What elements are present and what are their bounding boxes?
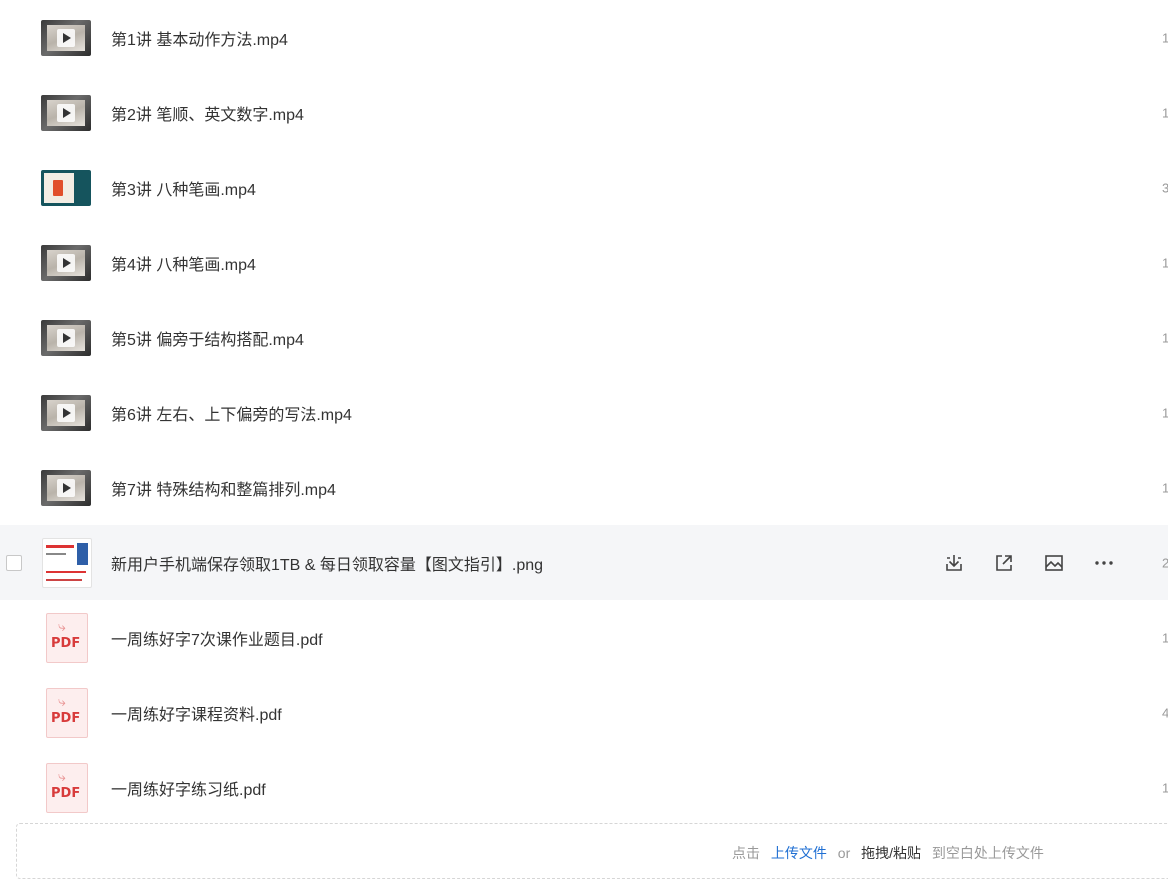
file-meta-truncated: 1 bbox=[1162, 780, 1168, 795]
share-icon[interactable] bbox=[993, 552, 1015, 574]
file-meta-truncated: 1 bbox=[1162, 255, 1168, 270]
file-name[interactable]: 第6讲 左右、上下偏旁的写法.mp4 bbox=[111, 401, 352, 425]
file-row[interactable]: ⤷ PDF 一周练好字练习纸.pdf 1 bbox=[0, 750, 1168, 825]
play-icon bbox=[57, 28, 75, 47]
file-row[interactable]: 第7讲 特殊结构和整篇排列.mp4 1 bbox=[0, 450, 1168, 525]
file-name[interactable]: 新用户手机端保存领取1TB & 每日领取容量【图文指引】.png bbox=[111, 551, 543, 575]
row-checkbox[interactable] bbox=[6, 554, 22, 571]
file-row[interactable]: 第1讲 基本动作方法.mp4 1 bbox=[0, 0, 1168, 75]
play-icon bbox=[57, 328, 75, 347]
file-name[interactable]: 一周练好字课程资料.pdf bbox=[111, 701, 282, 725]
video-thumbnail bbox=[41, 319, 91, 356]
drag-paste-label: 拖拽/粘贴 bbox=[861, 845, 922, 861]
video-thumbnail bbox=[41, 394, 91, 431]
file-meta-truncated: 1 bbox=[1162, 330, 1168, 345]
play-icon bbox=[57, 103, 75, 122]
file-list: 第1讲 基本动作方法.mp4 1 第2讲 笔顺、英文数字.mp4 1 第3讲 八… bbox=[0, 0, 1168, 825]
more-icon[interactable] bbox=[1093, 552, 1115, 574]
file-meta-truncated: 4 bbox=[1162, 705, 1168, 720]
play-icon bbox=[57, 478, 75, 497]
file-name[interactable]: 一周练好字练习纸.pdf bbox=[111, 776, 266, 800]
play-icon bbox=[57, 403, 75, 422]
file-name[interactable]: 第5讲 偏旁于结构搭配.mp4 bbox=[111, 326, 304, 350]
upload-drop-zone[interactable]: 点击 上传文件 or 拖拽/粘贴 到空白处上传文件 bbox=[16, 823, 1168, 879]
file-meta-truncated: 1 bbox=[1162, 105, 1168, 120]
pdf-file-icon: ⤷ PDF bbox=[46, 612, 88, 663]
file-row[interactable]: 第2讲 笔顺、英文数字.mp4 1 bbox=[0, 75, 1168, 150]
image-thumbnail bbox=[42, 537, 92, 588]
upload-suffix: 到空白处上传文件 bbox=[931, 845, 1044, 861]
pdf-file-icon: ⤷ PDF bbox=[46, 762, 88, 813]
download-icon[interactable] bbox=[943, 552, 965, 574]
video-thumbnail bbox=[41, 19, 91, 56]
file-meta-truncated: 1 bbox=[1162, 480, 1168, 495]
video-thumbnail bbox=[41, 469, 91, 506]
video-thumbnail bbox=[41, 169, 91, 206]
file-meta-truncated: 2 bbox=[1162, 555, 1168, 570]
file-row[interactable]: 第6讲 左右、上下偏旁的写法.mp4 1 bbox=[0, 375, 1168, 450]
upload-or: or bbox=[837, 845, 851, 861]
preview-image-icon[interactable] bbox=[1043, 552, 1065, 574]
video-thumbnail bbox=[41, 94, 91, 131]
file-name[interactable]: 第7讲 特殊结构和整篇排列.mp4 bbox=[111, 476, 336, 500]
upload-file-link[interactable]: 上传文件 bbox=[771, 845, 827, 861]
file-name[interactable]: 第4讲 八种笔画.mp4 bbox=[111, 251, 256, 275]
file-name[interactable]: 第2讲 笔顺、英文数字.mp4 bbox=[111, 101, 304, 125]
file-row-hovered[interactable]: 新用户手机端保存领取1TB & 每日领取容量【图文指引】.png 2 bbox=[0, 525, 1168, 600]
file-meta-truncated: 3 bbox=[1162, 180, 1168, 195]
file-name[interactable]: 第3讲 八种笔画.mp4 bbox=[111, 176, 256, 200]
file-meta-truncated: 1 bbox=[1162, 405, 1168, 420]
upload-hint: 点击 上传文件 or 拖拽/粘贴 到空白处上传文件 bbox=[732, 843, 1051, 863]
pdf-file-icon: ⤷ PDF bbox=[46, 687, 88, 738]
file-meta-truncated: 1 bbox=[1162, 630, 1168, 645]
video-thumbnail bbox=[41, 244, 91, 281]
file-row[interactable]: ⤷ PDF 一周练好字课程资料.pdf 4 bbox=[0, 675, 1168, 750]
file-name[interactable]: 第1讲 基本动作方法.mp4 bbox=[111, 26, 288, 50]
play-icon bbox=[57, 253, 75, 272]
file-meta-truncated: 1 bbox=[1162, 30, 1168, 45]
file-row[interactable]: 第3讲 八种笔画.mp4 3 bbox=[0, 150, 1168, 225]
file-row[interactable]: 第5讲 偏旁于结构搭配.mp4 1 bbox=[0, 300, 1168, 375]
upload-prefix: 点击 bbox=[732, 845, 760, 861]
file-name[interactable]: 一周练好字7次课作业题目.pdf bbox=[111, 626, 323, 650]
file-row[interactable]: 第4讲 八种笔画.mp4 1 bbox=[0, 225, 1168, 300]
file-row[interactable]: ⤷ PDF 一周练好字7次课作业题目.pdf 1 bbox=[0, 600, 1168, 675]
